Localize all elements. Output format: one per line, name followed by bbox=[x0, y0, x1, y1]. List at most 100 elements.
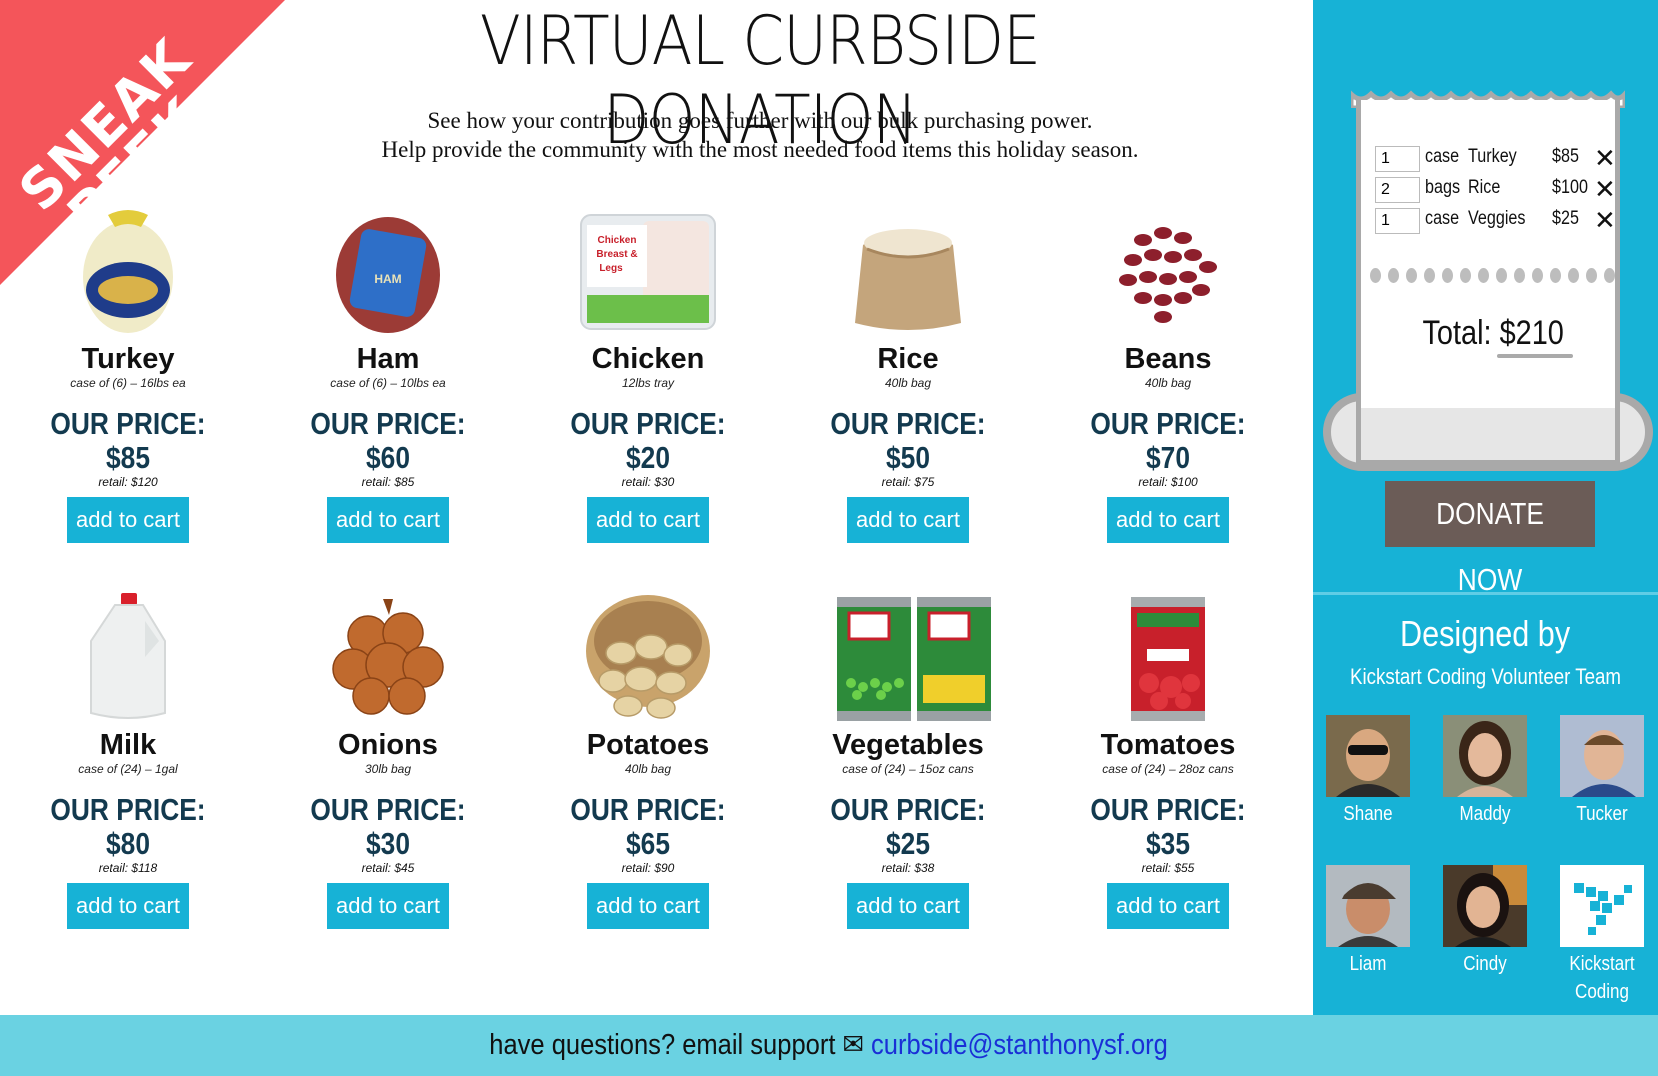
remove-item-icon[interactable]: ✕ bbox=[1594, 205, 1616, 236]
add-to-cart-button[interactable]: add to cart bbox=[847, 883, 969, 929]
add-to-cart-button[interactable]: add to cart bbox=[847, 497, 969, 543]
receipt-perforation bbox=[1370, 268, 1615, 284]
cart-item-unit: bags bbox=[1425, 177, 1461, 198]
team-member-maddy: Maddy bbox=[1430, 715, 1540, 828]
add-to-cart-button[interactable]: add to cart bbox=[327, 883, 449, 929]
kickstart-bird-logo bbox=[1560, 865, 1644, 947]
quantity-input[interactable] bbox=[1375, 177, 1420, 203]
svg-text:HAM: HAM bbox=[374, 272, 401, 286]
product-name: Potatoes bbox=[586, 729, 710, 761]
product-description: 30lb bag bbox=[364, 762, 412, 776]
avatar bbox=[1560, 715, 1644, 797]
product-name: Rice bbox=[877, 343, 939, 375]
product-price: OUR PRICE: $30 bbox=[310, 792, 466, 861]
add-to-cart-button[interactable]: add to cart bbox=[587, 883, 709, 929]
product-description: 40lb bag bbox=[624, 762, 672, 776]
add-to-cart-button[interactable]: add to cart bbox=[1107, 883, 1229, 929]
sneak-peek-ribbon: SNEAK PEEK bbox=[0, 0, 290, 290]
quantity-input[interactable] bbox=[1375, 146, 1420, 172]
product-description: case of (24) – 28oz cans bbox=[1102, 762, 1234, 776]
cart-line-item: case Turkey $85 ✕ bbox=[1375, 143, 1616, 174]
cart-total: Total: $210 bbox=[1356, 314, 1630, 353]
product-card-rice: Rice 40lb bag OUR PRICE: $50 retail: $75… bbox=[788, 205, 1028, 543]
cart-item-unit: case bbox=[1425, 146, 1460, 167]
team-member-shane: Shane bbox=[1313, 715, 1423, 828]
tomato-can-icon bbox=[1093, 591, 1243, 726]
product-description: 12lbs tray bbox=[621, 376, 675, 390]
add-to-cart-button[interactable]: add to cart bbox=[67, 497, 189, 543]
remove-item-icon[interactable]: ✕ bbox=[1594, 174, 1616, 205]
quantity-input[interactable] bbox=[1375, 208, 1420, 234]
product-name: Tomatoes bbox=[1100, 729, 1236, 761]
product-price: OUR PRICE: $80 bbox=[50, 792, 206, 861]
chicken-icon: Chicken Breast & Legs bbox=[573, 205, 723, 340]
add-to-cart-button[interactable]: add to cart bbox=[1107, 497, 1229, 543]
product-retail-price: retail: $120 bbox=[98, 475, 158, 489]
product-grid: Turkey case of (6) – 16lbs ea OUR PRICE:… bbox=[0, 205, 1305, 945]
svg-text:Breast &: Breast & bbox=[596, 249, 637, 260]
remove-item-icon[interactable]: ✕ bbox=[1594, 143, 1616, 174]
cart-item-amount: $100 bbox=[1552, 177, 1588, 198]
svg-text:Chicken: Chicken bbox=[598, 235, 637, 246]
support-email-link[interactable]: curbside@stanthonysf.org bbox=[871, 1029, 1168, 1061]
member-name: Kickstart bbox=[1569, 953, 1635, 975]
total-label: Total: bbox=[1422, 314, 1500, 352]
product-retail-price: retail: $55 bbox=[1141, 861, 1195, 875]
add-to-cart-button[interactable]: add to cart bbox=[587, 497, 709, 543]
cart-line-item: case Veggies $25 ✕ bbox=[1375, 205, 1616, 236]
product-name: Ham bbox=[356, 343, 420, 375]
avatar bbox=[1326, 865, 1410, 947]
potatoes-icon bbox=[573, 591, 723, 726]
product-retail-price: retail: $85 bbox=[361, 475, 415, 489]
product-retail-price: retail: $38 bbox=[881, 861, 935, 875]
team-member-liam: Liam bbox=[1313, 865, 1423, 978]
cart-item-name: Turkey bbox=[1468, 146, 1517, 167]
product-price: OUR PRICE: $85 bbox=[50, 406, 206, 475]
product-card-potatoes: Potatoes 40lb bag OUR PRICE: $65 retail:… bbox=[528, 591, 768, 929]
donate-now-button[interactable]: DONATE NOW bbox=[1385, 481, 1595, 597]
add-to-cart-button[interactable]: add to cart bbox=[67, 883, 189, 929]
product-description: case of (6) – 10lbs ea bbox=[330, 376, 446, 390]
product-price: OUR PRICE: $20 bbox=[570, 406, 726, 475]
product-retail-price: retail: $90 bbox=[621, 861, 675, 875]
member-name: Tucker bbox=[1576, 803, 1628, 825]
product-price: OUR PRICE: $50 bbox=[830, 406, 986, 475]
cart-item-unit: case bbox=[1425, 208, 1460, 229]
member-name: Maddy bbox=[1459, 803, 1511, 825]
product-price: OUR PRICE: $65 bbox=[570, 792, 726, 861]
product-retail-price: retail: $30 bbox=[621, 475, 675, 489]
team-member-cindy: Cindy bbox=[1430, 865, 1540, 978]
product-description: 40lb bag bbox=[884, 376, 932, 390]
receipt-bottom-shade bbox=[1361, 408, 1615, 460]
cart-item-amount: $25 bbox=[1552, 208, 1579, 229]
product-description: 40lb bag bbox=[1144, 376, 1192, 390]
total-underline bbox=[1497, 354, 1573, 358]
product-name: Turkey bbox=[81, 343, 175, 375]
designed-by-title: Designed by bbox=[1400, 613, 1571, 654]
donate-now-label: DONATE NOW bbox=[1436, 496, 1544, 597]
product-retail-price: retail: $100 bbox=[1138, 475, 1198, 489]
member-name: Liam bbox=[1349, 953, 1387, 975]
product-card-ham: HAM Ham case of (6) – 10lbs ea OUR PRICE… bbox=[268, 205, 508, 543]
product-name: Beans bbox=[1124, 343, 1212, 375]
beans-icon bbox=[1093, 205, 1243, 340]
member-name-line-2: Coding bbox=[1575, 981, 1629, 1003]
product-name: Onions bbox=[338, 729, 438, 761]
email-icon: ✉ bbox=[842, 1029, 865, 1061]
product-card-beans: Beans 40lb bag OUR PRICE: $70 retail: $1… bbox=[1048, 205, 1288, 543]
credits-heading: Designed by Kickstart Coding Volunteer T… bbox=[1313, 612, 1658, 692]
cart-item-name: Rice bbox=[1468, 177, 1501, 198]
cart-line-item: bags Rice $100 ✕ bbox=[1375, 174, 1616, 205]
team-member-kickstart-coding: Kickstart Coding bbox=[1547, 865, 1657, 1006]
product-name: Chicken bbox=[591, 343, 705, 375]
product-name: Milk bbox=[99, 729, 157, 761]
product-card-milk: Milk case of (24) – 1gal OUR PRICE: $80 … bbox=[8, 591, 248, 929]
team-member-tucker: Tucker bbox=[1547, 715, 1657, 828]
subtitle-line-2: Help provide the community with the most… bbox=[381, 137, 1139, 162]
product-description: case of (6) – 16lbs ea bbox=[70, 376, 186, 390]
svg-text:Legs: Legs bbox=[599, 263, 623, 274]
product-retail-price: retail: $45 bbox=[361, 861, 415, 875]
team-name: Kickstart Coding Volunteer Team bbox=[1350, 664, 1621, 689]
product-name: Vegetables bbox=[832, 729, 984, 761]
add-to-cart-button[interactable]: add to cart bbox=[327, 497, 449, 543]
